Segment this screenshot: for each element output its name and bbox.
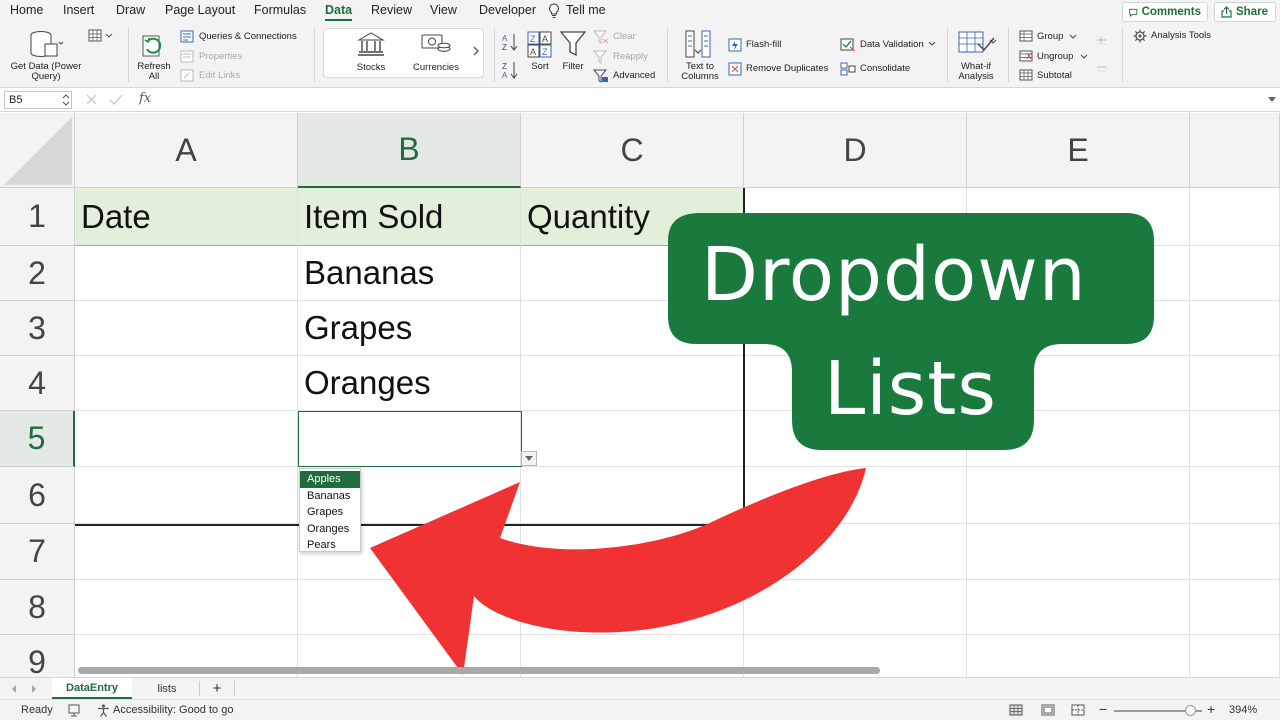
accessibility-status[interactable]: Accessibility: Good to go: [113, 704, 233, 716]
zoom-in-button[interactable]: +: [1207, 701, 1215, 717]
page-break-view-icon[interactable]: [1071, 704, 1085, 716]
normal-view-icon[interactable]: [1009, 704, 1023, 716]
zoom-percentage[interactable]: 394%: [1229, 704, 1257, 716]
sheet-tab-lists[interactable]: lists: [140, 678, 194, 699]
bubble-title-line1: Dropdown: [701, 232, 1087, 318]
accessibility-icon[interactable]: [97, 704, 110, 717]
status-ready: Ready: [21, 704, 53, 716]
page-layout-view-icon[interactable]: [1041, 704, 1055, 716]
sheet-tab-dataentry[interactable]: DataEntry: [52, 678, 132, 699]
zoom-slider-thumb[interactable]: [1184, 705, 1196, 716]
dropdown-lists-bubble: [668, 213, 1154, 450]
tab-divider: [234, 681, 235, 696]
horizontal-scrollbar[interactable]: [78, 667, 880, 674]
sheet-tab-bar: DataEntry lists +: [0, 677, 1280, 699]
bubble-title-line2: Lists: [824, 346, 997, 432]
tab-divider: [199, 681, 200, 696]
macro-record-icon[interactable]: [68, 704, 84, 717]
zoom-out-button[interactable]: −: [1099, 701, 1107, 717]
status-bar: Ready Accessibility: Good to go − + 394%: [0, 699, 1280, 720]
add-sheet-button[interactable]: +: [204, 678, 230, 699]
zoom-slider-track[interactable]: [1114, 705, 1202, 716]
sheet-nav-arrows-icon[interactable]: [10, 684, 40, 694]
